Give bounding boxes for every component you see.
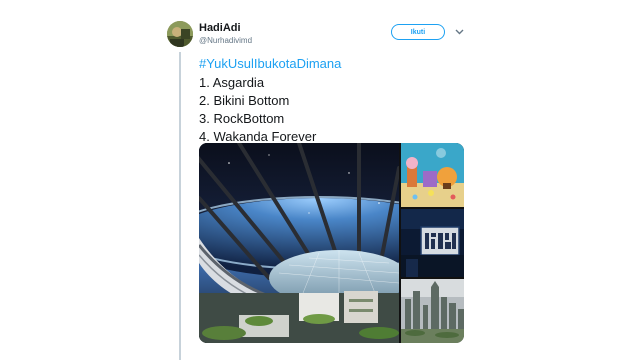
chevron-down-icon[interactable] bbox=[455, 28, 464, 35]
list-item: 1. Asgardia bbox=[199, 75, 265, 90]
wakanda-city-image[interactable] bbox=[401, 279, 464, 343]
thread-line bbox=[179, 52, 181, 360]
tweet-options-list: 1. Asgardia 2. Bikini Bottom 3. RockBott… bbox=[199, 74, 316, 146]
rock-bottom-image[interactable] bbox=[401, 209, 464, 277]
space-station-image[interactable] bbox=[199, 143, 399, 343]
tweet-media-grid bbox=[199, 143, 464, 343]
hashtag-link[interactable]: #YukUsulIbukotaDimana bbox=[199, 56, 341, 71]
follow-button[interactable]: Ikuti bbox=[391, 24, 445, 40]
list-item: 3. RockBottom bbox=[199, 111, 285, 126]
bikini-bottom-image[interactable] bbox=[401, 143, 464, 207]
display-name[interactable]: HadiAdi bbox=[199, 22, 241, 34]
user-handle[interactable]: @Nurhadivimd bbox=[199, 36, 252, 45]
list-item: 2. Bikini Bottom bbox=[199, 93, 290, 108]
avatar[interactable] bbox=[167, 21, 193, 47]
